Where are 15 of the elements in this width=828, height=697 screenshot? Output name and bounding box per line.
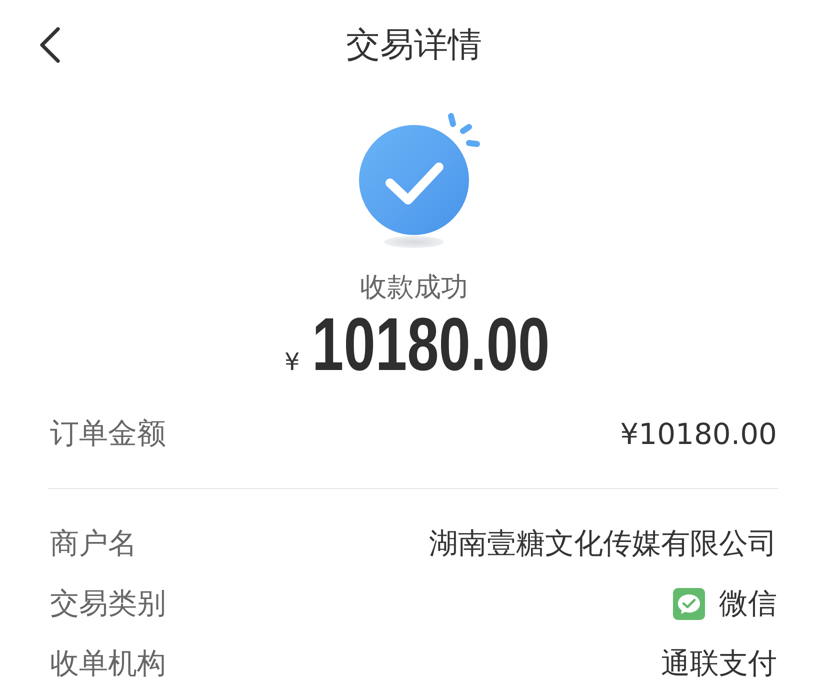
chevron-left-icon	[38, 26, 62, 64]
row-value: ¥10180.00	[620, 417, 777, 451]
chat-bubble-icon	[673, 588, 705, 620]
row-label: 收单机构	[50, 645, 166, 682]
row-value: 通联支付	[661, 645, 777, 682]
row-label: 订单金额	[50, 415, 166, 452]
row-value: 湖南壹糖文化传媒有限公司	[429, 525, 777, 562]
currency-symbol: ¥	[284, 347, 300, 378]
status-label: 收款成功	[360, 271, 468, 305]
row-label: 交易类别	[50, 585, 166, 622]
row-label: 商户名	[50, 525, 137, 562]
page-title: 交易详情	[346, 25, 482, 65]
check-circle-icon	[358, 110, 480, 250]
row-value: 微信	[719, 585, 777, 622]
amount-value: 10180.00	[312, 306, 550, 382]
